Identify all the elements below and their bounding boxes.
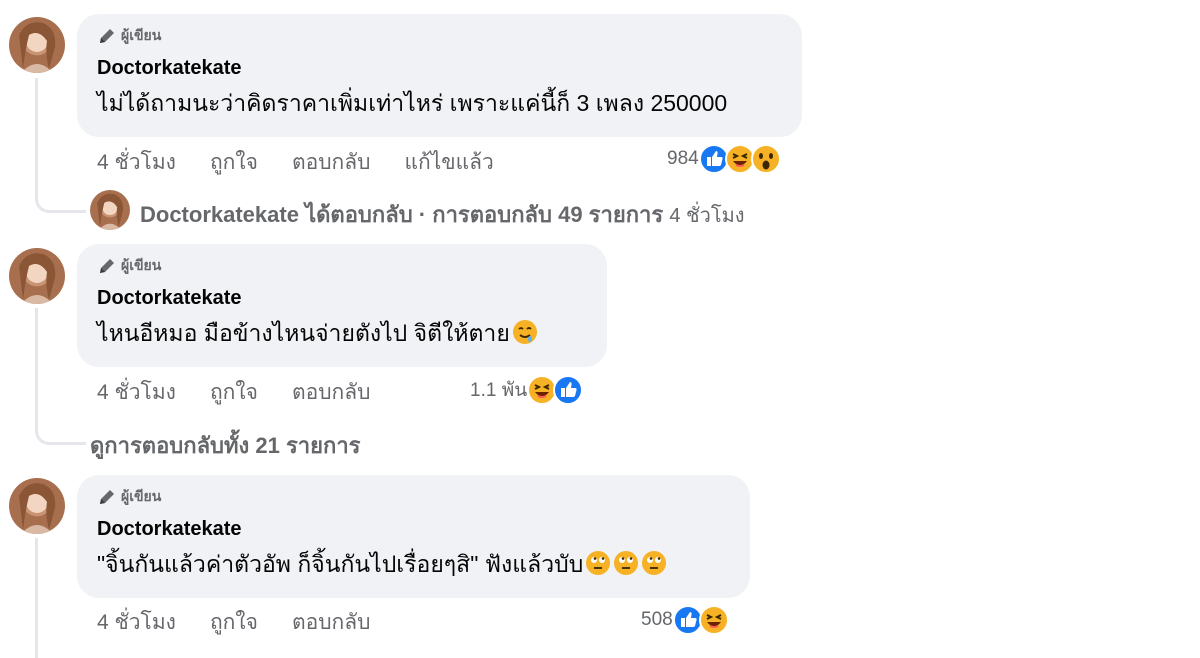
- reaction-count: 508: [641, 609, 673, 630]
- reply-button[interactable]: ตอบกลับ: [292, 146, 371, 179]
- comment-bubble: ผู้เขียน Doctorkatekate ไหนอีหมอ มือข้าง…: [77, 244, 607, 367]
- author-badge: ผู้เขียน: [97, 487, 730, 507]
- avatar[interactable]: [9, 17, 65, 73]
- comment-actions: 4 ชั่วโมง ถูกใจ ตอบกลับ: [97, 606, 370, 639]
- replies-count: การตอบกลับ 49 รายการ: [432, 202, 664, 227]
- comment-actions: 4 ชั่วโมง ถูกใจ ตอบกลับ: [97, 376, 370, 409]
- comment-time[interactable]: 4 ชั่วโมง: [97, 606, 176, 639]
- comment-text: ไหนอีหมอ มือข้างไหนจ่ายตังไป จิตีให้ตาย: [97, 318, 587, 348]
- reaction-summary[interactable]: 508: [641, 605, 729, 635]
- reaction-count: 1.1 พัน: [470, 380, 528, 401]
- reply-connector: [35, 178, 86, 213]
- reaction-summary[interactable]: 984: [667, 144, 781, 174]
- comment-time[interactable]: 4 ชั่วโมง: [97, 146, 176, 179]
- rolling-eyes-icon: [614, 551, 639, 575]
- replies-summary-link[interactable]: Doctorkatekate ได้ตอบกลับ · การตอบกลับ 4…: [140, 197, 745, 232]
- comment-author[interactable]: Doctorkatekate: [97, 286, 587, 310]
- comment-text-body: "จิ้นกันแล้วค่าตัวอัพ ก็จิ้นกันไปเรื่อยๆ…: [97, 551, 584, 577]
- comment-author[interactable]: Doctorkatekate: [97, 517, 730, 541]
- comment-time[interactable]: 4 ชั่วโมง: [97, 376, 176, 409]
- pencil-icon: [100, 29, 114, 43]
- like-icon: [553, 375, 584, 405]
- like-button[interactable]: ถูกใจ: [210, 376, 258, 409]
- wow-icon: [750, 144, 781, 174]
- rolling-eyes-icon: [586, 551, 611, 575]
- reaction-summary[interactable]: 1.1 พัน: [470, 375, 584, 405]
- edited-label[interactable]: แก้ไขแล้ว: [404, 146, 493, 179]
- reply-avatar[interactable]: [90, 190, 130, 230]
- reply-connector: [35, 410, 86, 445]
- comment-bubble: ผู้เขียน Doctorkatekate ไม่ได้ถามนะว่าคิ…: [77, 14, 802, 137]
- author-badge-label: ผู้เขียน: [121, 257, 162, 273]
- thread-line: [35, 308, 38, 423]
- view-replies-link[interactable]: ดูการตอบกลับทั้ง 21 รายการ: [90, 428, 361, 463]
- reply-button[interactable]: ตอบกลับ: [292, 376, 371, 409]
- reply-time: 4 ชั่วโมง: [669, 205, 745, 227]
- like-button[interactable]: ถูกใจ: [210, 606, 258, 639]
- pencil-icon: [100, 259, 114, 273]
- comment-bubble: ผู้เขียน Doctorkatekate "จิ้นกันแล้วค่าต…: [77, 475, 750, 598]
- comment-text-body: ไหนอีหมอ มือข้างไหนจ่ายตังไป จิตีให้ตาย: [97, 320, 510, 346]
- thread-line: [35, 538, 38, 658]
- pencil-icon: [100, 490, 114, 504]
- rolling-eyes-icon: [642, 551, 667, 575]
- comment-actions: 4 ชั่วโมง ถูกใจ ตอบกลับ แก้ไขแล้ว: [97, 146, 494, 179]
- avatar[interactable]: [9, 478, 65, 534]
- reply-author: Doctorkatekate: [140, 202, 299, 227]
- author-badge: ผู้เขียน: [97, 256, 587, 276]
- avatar[interactable]: [9, 248, 65, 304]
- replied-label: ได้ตอบกลับ: [305, 202, 413, 227]
- drooling-face-icon: [512, 320, 537, 344]
- author-badge-label: ผู้เขียน: [121, 488, 162, 504]
- like-button[interactable]: ถูกใจ: [210, 146, 258, 179]
- author-badge: ผู้เขียน: [97, 26, 782, 46]
- comment-text: "จิ้นกันแล้วค่าตัวอัพ ก็จิ้นกันไปเรื่อยๆ…: [97, 549, 730, 579]
- reaction-count: 984: [667, 148, 699, 169]
- separator: ·: [418, 202, 427, 227]
- reply-button[interactable]: ตอบกลับ: [292, 606, 371, 639]
- haha-icon: [698, 605, 729, 635]
- thread-line: [35, 78, 38, 193]
- comment-text: ไม่ได้ถามนะว่าคิดราคาเพิ่มเท่าไหร่ เพราะ…: [97, 90, 728, 116]
- author-badge-label: ผู้เขียน: [121, 27, 162, 43]
- comment-author[interactable]: Doctorkatekate: [97, 56, 782, 80]
